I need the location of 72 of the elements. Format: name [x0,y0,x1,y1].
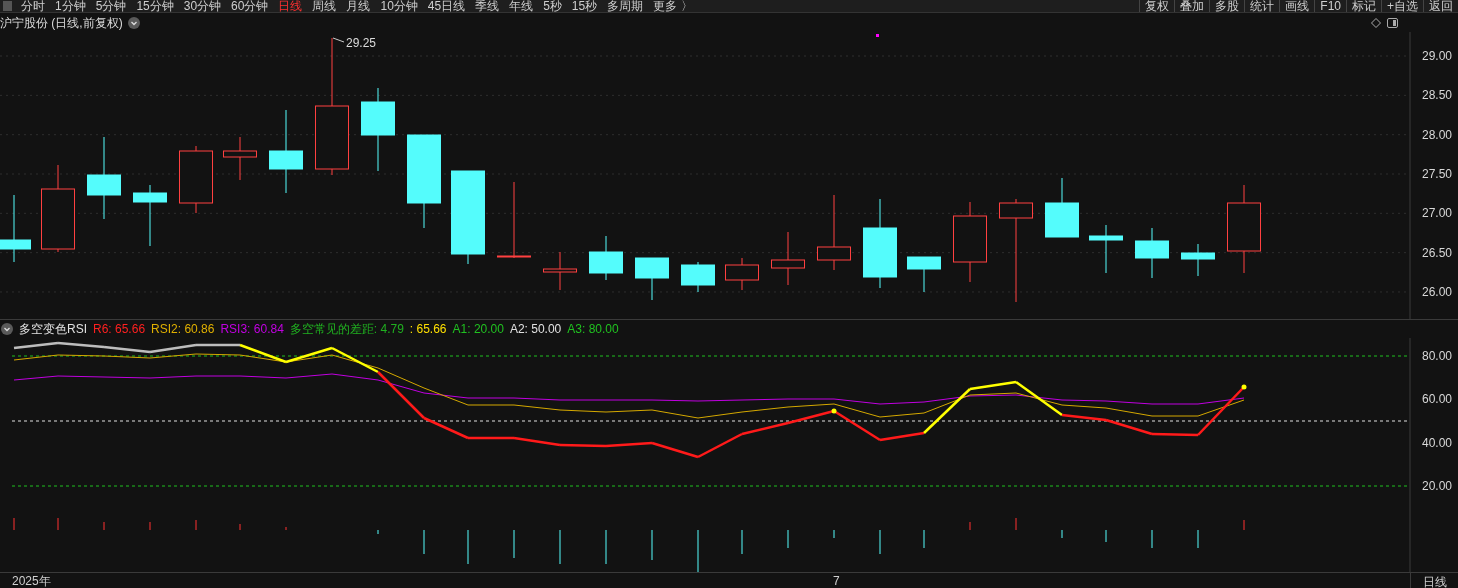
period-tab[interactable]: 30分钟 [183,0,222,12]
period-tab[interactable]: 季线 [475,0,500,12]
time-axis-label: 7 [833,572,840,588]
toolbar-button[interactable]: +自选 [1381,0,1423,12]
rsi-axis-label: 60.00 [1421,392,1452,407]
chart-title: 沪宁股份 (日线,前复权) [0,14,123,32]
indicator-legend-item: A1: 20.00 [452,321,504,338]
price-axis-label: 26.00 [1421,285,1452,299]
panel-toggle-icon[interactable] [1387,17,1398,28]
candlestick [635,257,669,301]
rsi-axis-label: 20.00 [1421,479,1452,493]
period-tab[interactable]: 月线 [346,0,371,12]
toolbar-button[interactable]: 画线 [1279,0,1315,12]
price-axis-label: 27.50 [1421,167,1452,181]
rsi-axis-label: 40.00 [1421,435,1452,450]
candlestick [223,136,257,181]
time-axis-label: 2025年 [12,572,52,588]
candlestick [589,235,623,281]
price-axis-label: 27.00 [1421,206,1452,221]
candlestick [1181,243,1215,277]
chevron-down-icon[interactable] [1,323,13,335]
indicator-legend-item: A3: 80.00 [567,321,619,338]
toolbar-button[interactable]: F10 [1314,0,1346,12]
candlestick [543,251,577,291]
toolbar-button[interactable]: 标记 [1346,0,1381,12]
period-tab[interactable]: 15分钟 [136,0,174,12]
price-axis-label: 28.50 [1421,88,1452,103]
toolbar-button[interactable]: 复权 [1139,0,1175,12]
period-tab[interactable]: 年线 [509,0,534,12]
price-axis-label: 28.00 [1421,127,1452,142]
toolbar-button[interactable]: 统计 [1244,0,1280,12]
toolbar-button[interactable]: 多股 [1209,0,1245,12]
toolbar-button[interactable]: 返回 [1423,0,1458,12]
price-axis-label: 26.50 [1421,245,1452,260]
period-tab[interactable]: 60分钟 [231,0,269,12]
period-tab[interactable]: 周线 [312,0,337,12]
candlestick [1045,177,1079,238]
period-tab[interactable]: 更多 〉 [653,0,693,12]
high-price-label: 29.25 [346,36,377,50]
candlestick [725,257,759,291]
period-tab[interactable]: 15秒 [571,0,598,12]
period-label: 日线 [1410,573,1458,588]
rsi-axis-label: 80.00 [1421,349,1452,363]
toolbar-button[interactable]: 叠加 [1174,0,1210,12]
indicator-legend-item: 多空常见的差距: 4.79 [289,321,404,338]
indicator-legend-item: : 65.66 [409,321,447,338]
period-tab[interactable]: 10分钟 [380,0,418,12]
marker-icon [876,34,879,37]
leader-line [332,37,345,43]
indicator-legend-item: RSI2: 60.86 [151,321,215,338]
indicator-legend-item: A2: 50.00 [509,321,562,338]
candlestick [681,261,715,293]
candlestick [1089,224,1123,274]
candlestick [1135,227,1169,279]
candlestick [133,184,167,247]
chevron-down-icon[interactable] [127,16,140,29]
period-tab[interactable]: 5秒 [543,0,562,12]
candlestick [179,145,213,214]
diamond-icon[interactable] [1371,17,1381,28]
period-tab[interactable]: 1分钟 [55,0,86,12]
period-tab[interactable]: 日线 [278,0,303,12]
period-tab[interactable]: 45日线 [427,0,466,12]
period-tab[interactable]: 分时 [21,0,45,12]
price-axis-label: 29.00 [1421,49,1452,63]
indicator-legend-item: RSI3: 60.84 [220,321,284,338]
period-tab[interactable]: 多周期 [607,0,644,12]
candlestick [771,231,805,286]
indicator-legend-item: 多空变色RSI [19,321,87,338]
indicator-legend-item: R6: 65.66 [93,321,146,338]
candlestick [0,194,31,263]
period-tab[interactable]: 5分钟 [95,0,127,12]
candlestick [907,256,941,293]
